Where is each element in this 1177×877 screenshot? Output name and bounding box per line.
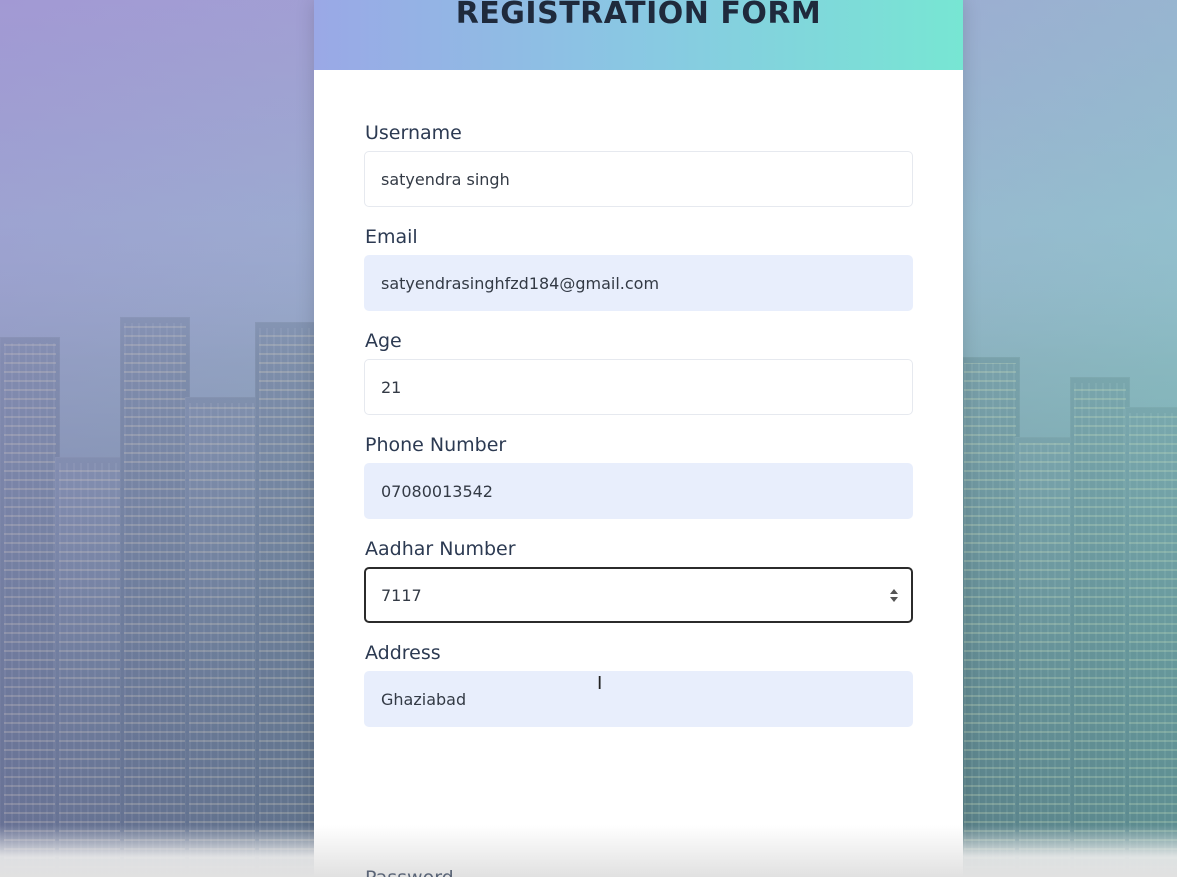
text-cursor-icon: I xyxy=(597,673,603,694)
phone-input[interactable]: 07080013542 xyxy=(364,463,913,519)
spinner-down-icon[interactable] xyxy=(890,596,898,602)
spinner-up-icon[interactable] xyxy=(890,588,898,594)
phone-label: Phone Number xyxy=(365,434,507,456)
aadhar-label: Aadhar Number xyxy=(365,538,516,560)
bottom-fade xyxy=(0,825,1177,877)
aadhar-input[interactable]: 7117 xyxy=(364,567,913,623)
phone-field-group: Phone Number 07080013542 xyxy=(364,434,913,519)
age-value: 21 xyxy=(381,377,402,397)
username-input[interactable]: satyendra singh xyxy=(364,151,913,207)
aadhar-field-group: Aadhar Number 7117 xyxy=(364,538,913,623)
aadhar-value: 7117 xyxy=(381,585,422,605)
username-label: Username xyxy=(365,122,462,144)
address-value: Ghaziabad xyxy=(381,689,467,709)
email-input[interactable]: satyendrasinghfzd184@gmail.com xyxy=(364,255,913,311)
registration-form: Username satyendra singh Email satyendra… xyxy=(314,70,963,727)
age-input[interactable]: 21 xyxy=(364,359,913,415)
email-value: satyendrasinghfzd184@gmail.com xyxy=(381,273,660,293)
address-input[interactable]: Ghaziabad xyxy=(364,671,913,727)
card-header: REGISTRATION FORM xyxy=(314,0,963,70)
password-label: Password xyxy=(365,867,454,877)
page: REGISTRATION FORM Username satyendra sin… xyxy=(0,0,1177,877)
page-title: REGISTRATION FORM xyxy=(455,0,822,31)
age-field-group: Age 21 xyxy=(364,330,913,415)
username-field-group: Username satyendra singh xyxy=(364,122,913,207)
username-value: satyendra singh xyxy=(381,169,510,189)
address-label: Address xyxy=(365,642,441,664)
email-field-group: Email satyendrasinghfzd184@gmail.com xyxy=(364,226,913,311)
registration-card: REGISTRATION FORM Username satyendra sin… xyxy=(314,0,963,877)
phone-value: 07080013542 xyxy=(381,481,493,501)
age-label: Age xyxy=(365,330,402,352)
number-spinner-icon[interactable] xyxy=(890,588,898,602)
email-label: Email xyxy=(365,226,418,248)
address-field-group: Address Ghaziabad xyxy=(364,642,913,727)
